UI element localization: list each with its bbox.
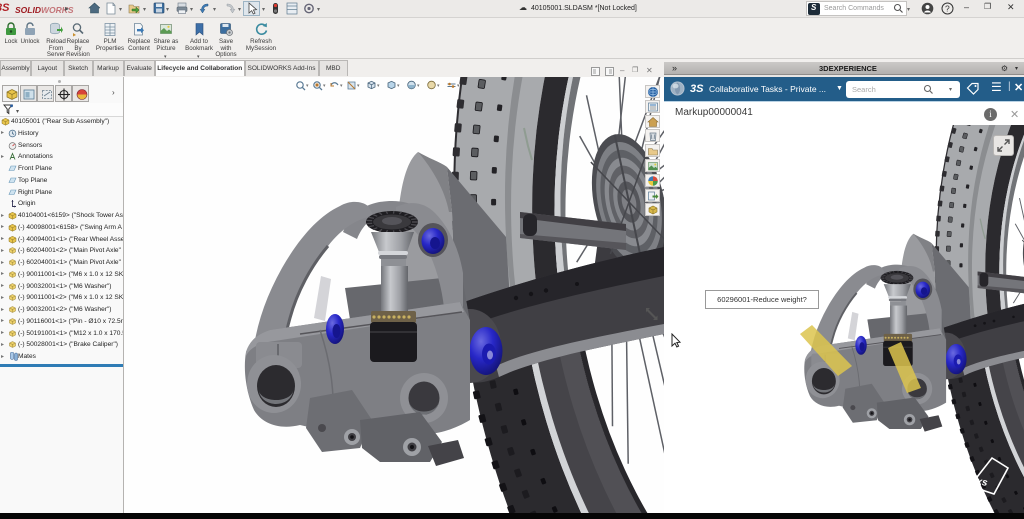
svg-text:?: ?: [945, 4, 950, 14]
svg-text:xs: xs: [974, 476, 988, 489]
